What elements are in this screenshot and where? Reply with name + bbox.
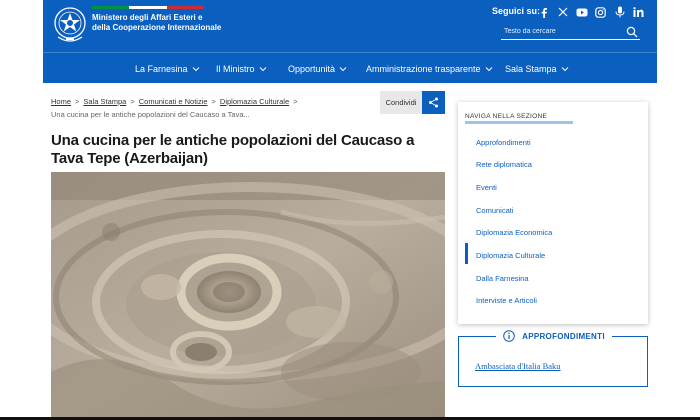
- ministry-name[interactable]: Ministero degli Affari Esteri e della Co…: [92, 13, 222, 33]
- sidebar-item-approfondimenti[interactable]: Approfondimenti: [476, 138, 531, 147]
- article-title: Una cucina per le antiche popolazioni de…: [51, 132, 415, 167]
- breadcrumb-separator: >: [75, 97, 80, 106]
- approfondimenti-header: APPROFONDIMENTI: [459, 330, 649, 342]
- nav-item-label: Amministrazione trasparente: [366, 63, 481, 74]
- approfondimenti-header-inner: APPROFONDIMENTI: [496, 330, 612, 342]
- search-box: [501, 24, 640, 40]
- share-icon-button[interactable]: [422, 91, 445, 114]
- approfondimenti-box: APPROFONDIMENTI Ambasciata d'Italia Baku: [458, 330, 648, 387]
- nav-item-amministrazione-trasparente[interactable]: Amministrazione trasparente: [366, 53, 493, 84]
- chevron-down-icon: [259, 66, 266, 71]
- nav-item-label: Sala Stampa: [505, 63, 557, 74]
- sidebar-item-comunicati[interactable]: Comunicati: [476, 206, 514, 215]
- nav-item-la-farnesina[interactable]: La Farnesina: [135, 53, 200, 84]
- chevron-down-icon: [192, 66, 199, 71]
- ambasciata-baku-link[interactable]: Ambasciata d'Italia Baku: [475, 361, 561, 371]
- search-icon[interactable]: [626, 26, 638, 38]
- breadcrumb-comunicati-notizie[interactable]: Comunicati e Notizie: [139, 97, 208, 106]
- facebook-icon[interactable]: [534, 4, 553, 20]
- search-input[interactable]: [504, 25, 616, 38]
- approfondimenti-heading: APPROFONDIMENTI: [522, 331, 605, 341]
- social-label: Seguici su:: [492, 6, 541, 16]
- italian-tricolor: [92, 6, 204, 9]
- section-nav-underline: [465, 121, 573, 124]
- breadcrumb-separator: >: [293, 97, 298, 106]
- podcast-icon[interactable]: [610, 4, 629, 20]
- active-item-indicator: [465, 243, 468, 264]
- breadcrumb-home[interactable]: Home: [51, 97, 71, 106]
- italian-emblem-icon[interactable]: [52, 3, 88, 45]
- article-photo: [51, 172, 445, 420]
- breadcrumb-separator: >: [211, 97, 216, 106]
- nav-item-label: Il Ministro: [216, 63, 255, 74]
- nav-item-opportunita[interactable]: Opportunità: [288, 53, 347, 84]
- nav-item-sala-stampa[interactable]: Sala Stampa: [505, 53, 569, 84]
- chevron-down-icon: [339, 66, 347, 71]
- share-button[interactable]: Condividi: [380, 91, 422, 114]
- nav-item-label: La Farnesina: [135, 63, 188, 74]
- nav-item-il-ministro[interactable]: Il Ministro: [216, 53, 267, 84]
- chevron-down-icon: [485, 66, 492, 71]
- breadcrumb-current: Una cucina per le antiche popolazioni de…: [51, 110, 250, 119]
- info-icon: [503, 330, 515, 342]
- sidebar-item-diplomazia-economica[interactable]: Diplomazia Economica: [476, 228, 552, 237]
- site-header: Ministero degli Affari Esteri e della Co…: [43, 0, 657, 52]
- chevron-down-icon: [561, 66, 568, 71]
- section-nav: NAVIGA NELLA SEZIONE Approfondimenti Ret…: [458, 102, 648, 324]
- sidebar-item-interviste-articoli[interactable]: Interviste e Articoli: [476, 296, 537, 305]
- sidebar-item-eventi[interactable]: Eventi: [476, 183, 497, 192]
- breadcrumb-separator: >: [130, 97, 135, 106]
- nav-item-label: Opportunità: [288, 63, 336, 74]
- main-nav: La Farnesina Il Ministro Opportunità Amm…: [43, 52, 657, 83]
- breadcrumb-diplomazia-culturale[interactable]: Diplomazia Culturale: [220, 97, 289, 106]
- page: Ministero degli Affari Esteri e della Co…: [43, 0, 657, 420]
- sidebar-item-diplomazia-culturale[interactable]: Diplomazia Culturale: [476, 251, 545, 260]
- breadcrumb: Home > Sala Stampa > Comunicati e Notizie > Di…: [51, 97, 302, 106]
- x-icon[interactable]: [553, 4, 572, 20]
- instagram-icon[interactable]: [591, 4, 610, 20]
- sidebar-item-rete-diplomatica[interactable]: Rete diplomatica: [476, 160, 532, 169]
- youtube-icon[interactable]: [572, 4, 591, 20]
- social-links: [534, 4, 648, 20]
- breadcrumb-sala-stampa[interactable]: Sala Stampa: [83, 97, 126, 106]
- linkedin-icon[interactable]: [629, 4, 648, 20]
- section-nav-header: NAVIGA NELLA SEZIONE: [465, 113, 548, 120]
- share-icon: [429, 97, 438, 108]
- sidebar-item-dalla-farnesina[interactable]: Dalla Farnesina: [476, 274, 529, 283]
